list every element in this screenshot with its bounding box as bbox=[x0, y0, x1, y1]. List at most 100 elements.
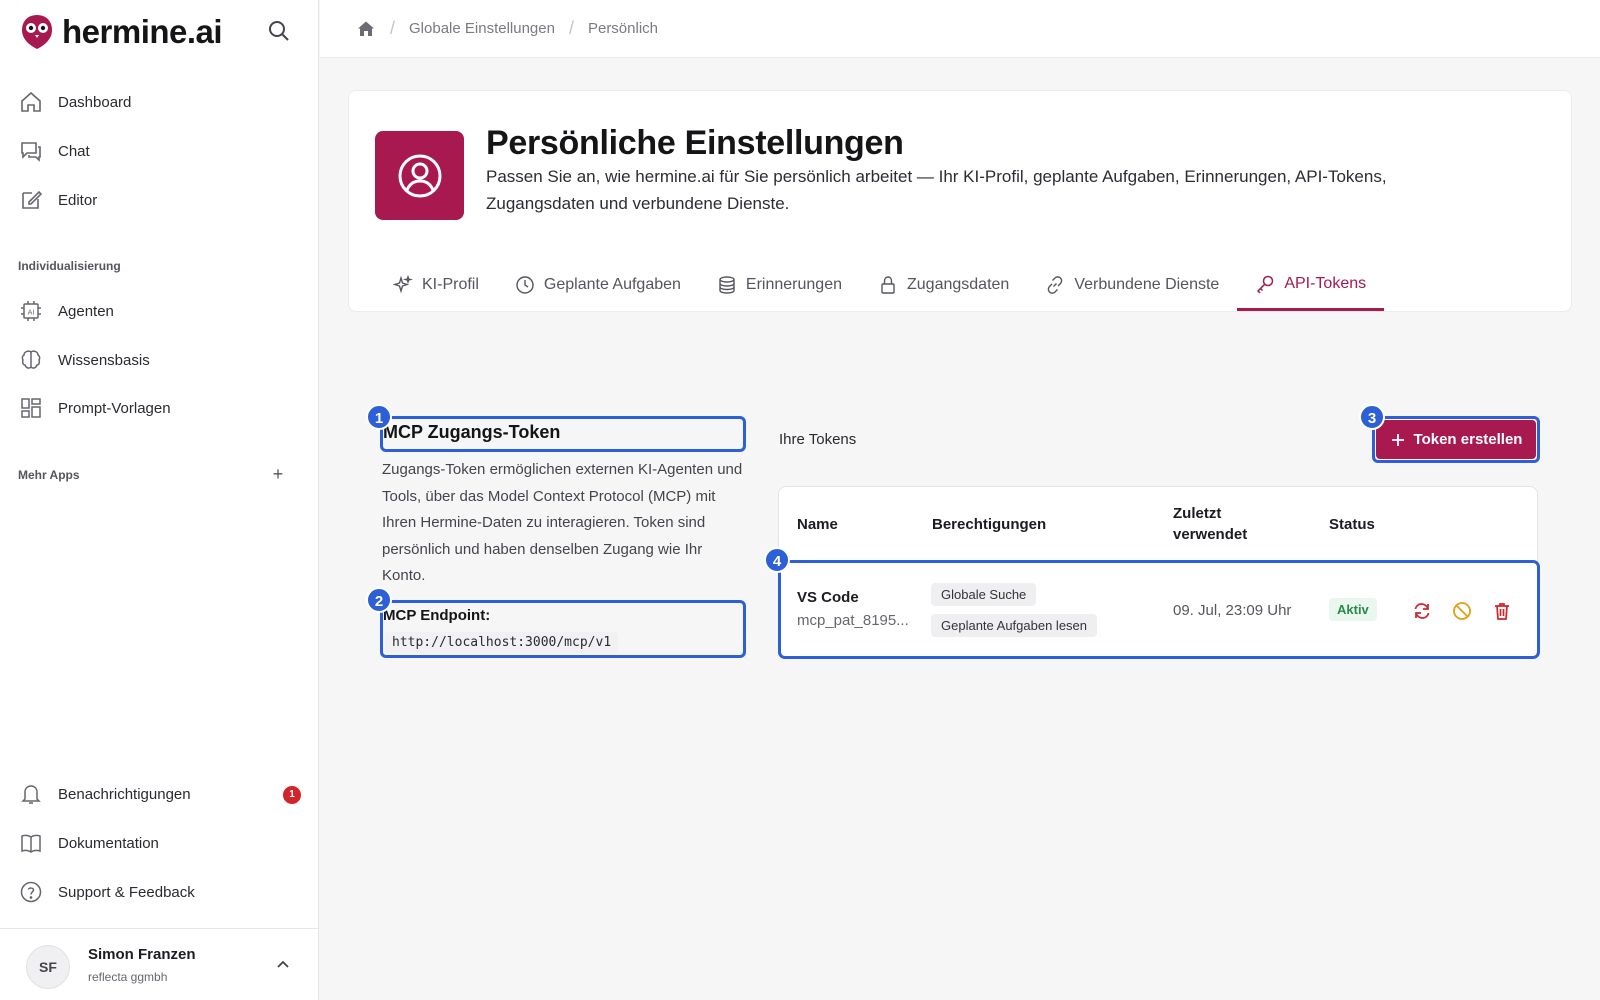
tab-label: Zugangsdaten bbox=[907, 276, 1010, 293]
help-icon bbox=[18, 879, 44, 905]
revoke-token-button[interactable] bbox=[1450, 599, 1474, 623]
home-icon[interactable] bbox=[356, 19, 376, 39]
key-icon bbox=[1255, 274, 1275, 294]
sidebar-item-label: Wissensbasis bbox=[58, 351, 150, 369]
chevron-up-icon[interactable] bbox=[273, 955, 293, 975]
token-id: mcp_pat_8195... bbox=[797, 612, 909, 629]
book-icon bbox=[18, 830, 44, 856]
section-label-more-apps: Mehr Apps bbox=[18, 468, 80, 482]
sidebar-item-label: Chat bbox=[58, 142, 90, 160]
sidebar-item-knowledge[interactable]: Wissensbasis bbox=[18, 344, 150, 376]
column-header-name: Name bbox=[797, 516, 838, 533]
status-badge: Aktiv bbox=[1329, 598, 1377, 621]
breadcrumb-separator: / bbox=[568, 18, 574, 38]
sidebar-item-label: Dashboard bbox=[58, 93, 132, 111]
template-icon bbox=[18, 395, 44, 421]
tokens-label: Ihre Tokens bbox=[779, 431, 857, 448]
tab-label: Erinnerungen bbox=[745, 276, 842, 293]
bell-icon bbox=[18, 781, 44, 807]
clock-icon bbox=[515, 275, 535, 295]
plus-icon bbox=[1391, 433, 1404, 446]
section-label-customization: Individualisierung bbox=[18, 259, 121, 273]
user-name: Simon Franzen bbox=[88, 946, 196, 963]
mcp-description: Zugangs-Token ermöglichen externen KI-Ag… bbox=[382, 461, 743, 584]
tab-ki-profil[interactable]: KI-Profil bbox=[375, 259, 497, 311]
brand-logo[interactable]: hermine.ai bbox=[20, 10, 223, 54]
breadcrumb-item-global-settings[interactable]: Globale Einstellungen bbox=[409, 20, 555, 37]
sidebar-item-label: Dokumentation bbox=[58, 834, 159, 852]
tab-connected-services[interactable]: Verbundene Dienste bbox=[1027, 259, 1237, 311]
column-header-permissions: Berechtigungen bbox=[932, 516, 1047, 533]
sidebar: hermine.ai Dashboard Chat Editor Individ… bbox=[0, 0, 319, 1000]
sparkle-icon bbox=[393, 275, 413, 295]
breadcrumb: / Globale Einstellungen / Persönlich bbox=[356, 18, 658, 39]
annotation-marker: 1 bbox=[366, 404, 392, 430]
breadcrumb-item-personal[interactable]: Persönlich bbox=[588, 20, 658, 37]
trash-icon bbox=[1495, 603, 1509, 620]
avatar: SF bbox=[26, 945, 70, 989]
sidebar-item-label: Agenten bbox=[58, 302, 114, 320]
plus-icon: + bbox=[272, 464, 284, 484]
brain-icon bbox=[18, 347, 44, 373]
page-description: Passen Sie an, wie hermine.ai für Sie pe… bbox=[486, 167, 1387, 213]
column-header-last-used: Zuletzt verwendet bbox=[1173, 505, 1248, 543]
user-menu[interactable]: SF Simon Franzen reflecta ggmbh bbox=[0, 928, 319, 1000]
owl-logo-icon bbox=[22, 15, 52, 49]
link-icon bbox=[1045, 275, 1065, 295]
sidebar-item-chat[interactable]: Chat bbox=[18, 135, 90, 167]
sidebar-item-agents[interactable]: AI Agenten bbox=[18, 295, 114, 327]
tab-label: Verbundene Dienste bbox=[1074, 276, 1220, 293]
sidebar-item-dashboard[interactable]: Dashboard bbox=[18, 86, 131, 118]
sidebar-item-label: Editor bbox=[58, 191, 98, 209]
chat-icon bbox=[18, 138, 44, 164]
endpoint-label: MCP Endpoint: bbox=[383, 607, 491, 624]
refresh-icon bbox=[1414, 603, 1430, 619]
annotation-marker: 3 bbox=[1359, 404, 1385, 430]
lock-icon bbox=[878, 275, 898, 295]
sidebar-item-label: Prompt-Vorlagen bbox=[58, 399, 171, 417]
sidebar-item-editor[interactable]: Editor bbox=[18, 184, 97, 216]
user-circle-icon bbox=[375, 131, 464, 220]
tab-credentials[interactable]: Zugangsdaten bbox=[860, 259, 1027, 311]
mcp-section-title: MCP Zugangs-Token bbox=[383, 422, 561, 442]
top-bar: / Globale Einstellungen / Persönlich bbox=[320, 0, 1600, 58]
home-icon bbox=[18, 89, 44, 115]
delete-token-button[interactable] bbox=[1490, 599, 1514, 623]
annotation-marker: 4 bbox=[764, 547, 790, 573]
ban-icon bbox=[1453, 602, 1471, 620]
sidebar-item-label: Benachrichtigungen bbox=[58, 785, 191, 803]
svg-text:AI: AI bbox=[28, 309, 35, 317]
tab-label: API-Tokens bbox=[1284, 274, 1367, 292]
column-header-status: Status bbox=[1329, 516, 1375, 533]
regenerate-token-button[interactable] bbox=[1410, 599, 1434, 623]
tab-api-tokens[interactable]: API-Tokens bbox=[1237, 259, 1385, 311]
create-token-label: Token erstellen bbox=[1413, 431, 1523, 448]
tab-label: KI-Profil bbox=[422, 276, 479, 293]
sidebar-item-prompt-templates[interactable]: Prompt-Vorlagen bbox=[18, 392, 171, 424]
permission-tag: Geplante Aufgaben lesen bbox=[931, 614, 1098, 637]
create-token-button[interactable]: Token erstellen bbox=[1376, 420, 1536, 459]
tab-reminders[interactable]: Erinnerungen bbox=[699, 259, 860, 311]
tab-label: Geplante Aufgaben bbox=[543, 276, 681, 293]
agent-icon: AI bbox=[18, 298, 44, 324]
tab-scheduled-tasks[interactable]: Geplante Aufgaben bbox=[497, 259, 699, 311]
sidebar-item-support[interactable]: Support & Feedback bbox=[18, 876, 195, 908]
permission-tag: Globale Suche bbox=[931, 583, 1037, 606]
search-button[interactable] bbox=[264, 16, 294, 46]
token-name: VS Code bbox=[797, 589, 859, 606]
add-app-button[interactable]: + bbox=[268, 464, 288, 484]
sidebar-item-label: Support & Feedback bbox=[58, 883, 195, 901]
endpoint-url[interactable]: http://localhost:3000/mcp/v1 bbox=[385, 632, 619, 653]
sidebar-item-notifications[interactable]: Benachrichtigungen bbox=[18, 778, 191, 810]
settings-header-card: Persönliche Einstellungen Passen Sie an,… bbox=[348, 90, 1572, 312]
notification-count-badge: 1 bbox=[283, 786, 301, 804]
sidebar-item-documentation[interactable]: Dokumentation bbox=[18, 827, 159, 859]
database-icon bbox=[717, 275, 737, 295]
last-used-date: 09. Jul, 23:09 Uhr bbox=[1173, 602, 1292, 619]
annotation-marker: 2 bbox=[366, 587, 392, 613]
brand-name: hermine.ai bbox=[62, 13, 223, 50]
settings-tabs: KI-Profil Geplante Aufgaben Erinnerungen… bbox=[375, 259, 1385, 313]
user-org: reflecta ggmbh bbox=[88, 970, 168, 984]
breadcrumb-separator: / bbox=[390, 18, 396, 38]
search-icon bbox=[269, 21, 289, 41]
